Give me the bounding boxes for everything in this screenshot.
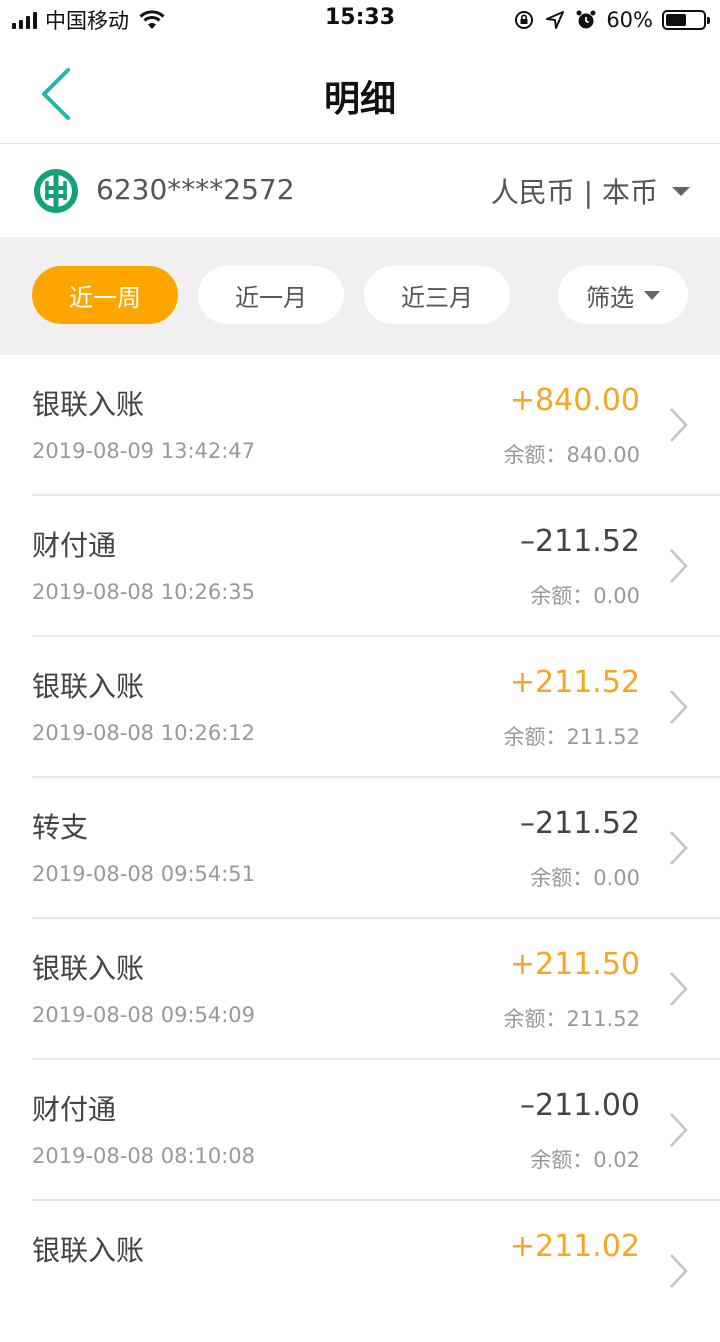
transaction-title: 银联入账 — [32, 952, 145, 985]
chevron-right-icon — [670, 1113, 688, 1147]
alarm-icon — [576, 10, 596, 29]
battery-percent: 60% — [606, 8, 653, 32]
transaction-balance: 余额：0.00 — [530, 584, 640, 608]
chevron-right-icon — [670, 831, 688, 865]
currency-selector[interactable]: 人民币 | 本币 — [491, 171, 690, 211]
filter-button[interactable]: 筛选 — [558, 266, 688, 324]
transaction-time: 2019-08-08 09:54:09 — [32, 1003, 256, 1027]
page-title: 明细 — [323, 79, 396, 120]
transaction-amount: –211.52 — [520, 524, 640, 559]
transaction-balance: 余额：840.00 — [503, 443, 640, 467]
transaction-title: 银联入账 — [32, 1234, 145, 1267]
orientation-lock-icon — [515, 11, 534, 29]
battery-level — [666, 14, 686, 26]
tab-label: 近一月 — [235, 283, 307, 312]
transaction-time: 2019-08-08 09:54:51 — [32, 862, 256, 886]
bank-logo-icon — [34, 169, 78, 213]
transaction-amount: +211.02 — [509, 1229, 640, 1264]
tab-last-month[interactable]: 近一月 — [198, 266, 344, 324]
currency-label: 人民币 | 本币 — [490, 176, 658, 209]
transaction-amount: –211.52 — [520, 806, 640, 841]
transaction-list: 银联入账 2019-08-09 13:42:47 +840.00 余额：840.… — [0, 355, 720, 1342]
transaction-row[interactable]: 银联入账 2019-08-08 10:26:12 +211.52 余额：211.… — [0, 637, 720, 778]
dropdown-icon — [644, 290, 660, 300]
nav-bar: 明细 — [0, 40, 720, 144]
transaction-row[interactable]: 银联入账 2019-08-08 09:54:09 +211.50 余额：211.… — [0, 919, 720, 1060]
transaction-title: 银联入账 — [32, 388, 145, 421]
tab-last-three-months[interactable]: 近三月 — [364, 266, 510, 324]
chevron-right-icon — [670, 549, 688, 583]
transaction-title: 银联入账 — [32, 670, 145, 703]
transaction-time: 2019-08-09 13:42:47 — [32, 439, 256, 463]
card-number: 6230****2572 — [96, 173, 295, 206]
transaction-time: 2019-08-08 08:10:08 — [32, 1144, 256, 1168]
battery-icon — [662, 10, 710, 30]
transaction-time: 2019-08-08 10:26:12 — [32, 721, 256, 745]
tab-last-week[interactable]: 近一周 — [32, 266, 178, 324]
dropdown-icon — [672, 186, 690, 196]
status-right: 60% — [513, 6, 710, 34]
transaction-row[interactable]: 银联入账 +211.02 — [0, 1201, 720, 1342]
transaction-amount: +211.52 — [509, 665, 640, 700]
transaction-balance: 余额：211.52 — [503, 725, 640, 749]
transaction-title: 财付通 — [32, 529, 117, 562]
transaction-balance: 余额：0.00 — [530, 866, 640, 890]
transaction-row[interactable]: 财付通 2019-08-08 08:10:08 –211.00 余额：0.02 — [0, 1060, 720, 1201]
transaction-amount: +840.00 — [509, 383, 640, 418]
status-bar: 中国移动 15:33 60% — [0, 0, 720, 40]
chevron-right-icon — [670, 1254, 688, 1288]
chevron-right-icon — [670, 972, 688, 1006]
transaction-amount: –211.00 — [520, 1088, 640, 1123]
transaction-row[interactable]: 银联入账 2019-08-09 13:42:47 +840.00 余额：840.… — [0, 355, 720, 496]
transaction-row[interactable]: 转支 2019-08-08 09:54:51 –211.52 余额：0.00 — [0, 778, 720, 919]
tab-label: 近三月 — [401, 283, 473, 312]
transaction-row[interactable]: 财付通 2019-08-08 10:26:35 –211.52 余额：0.00 — [0, 496, 720, 637]
account-row: 6230****2572 人民币 | 本币 — [0, 145, 720, 237]
filter-bar: 近一周 近一月 近三月 筛选 — [0, 237, 720, 355]
tab-label: 近一周 — [69, 283, 141, 312]
transaction-amount: +211.50 — [509, 947, 640, 982]
transaction-time: 2019-08-08 10:26:35 — [32, 580, 256, 604]
chevron-right-icon — [670, 408, 688, 442]
transaction-balance: 余额：0.02 — [530, 1148, 640, 1172]
transaction-balance: 余额：211.52 — [503, 1007, 640, 1031]
location-icon — [546, 11, 565, 29]
chevron-right-icon — [670, 690, 688, 724]
filter-label: 筛选 — [586, 283, 634, 312]
transaction-title: 转支 — [32, 811, 89, 844]
transaction-title: 财付通 — [32, 1093, 117, 1126]
